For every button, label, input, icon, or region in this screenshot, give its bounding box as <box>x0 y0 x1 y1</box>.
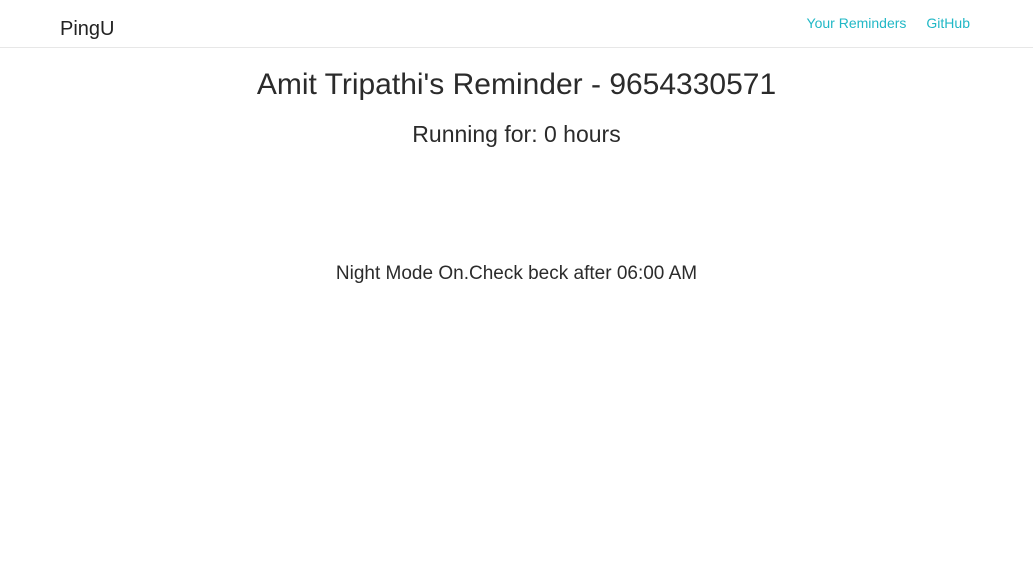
night-mode-message: Night Mode On.Check beck after 06:00 AM <box>335 263 698 284</box>
reminder-title: Amit Tripathi's Reminder - 9654330571 <box>256 68 777 101</box>
nav-link-github[interactable]: GitHub <box>926 15 970 31</box>
brand-link[interactable]: PingU <box>60 17 114 41</box>
nav-link-your-reminders[interactable]: Your Reminders <box>807 15 907 31</box>
navbar: PingU Your Reminders GitHub <box>0 0 1033 48</box>
running-duration: Running for: 0 hours <box>412 121 621 147</box>
nav-links: Your Reminders GitHub <box>807 15 970 31</box>
